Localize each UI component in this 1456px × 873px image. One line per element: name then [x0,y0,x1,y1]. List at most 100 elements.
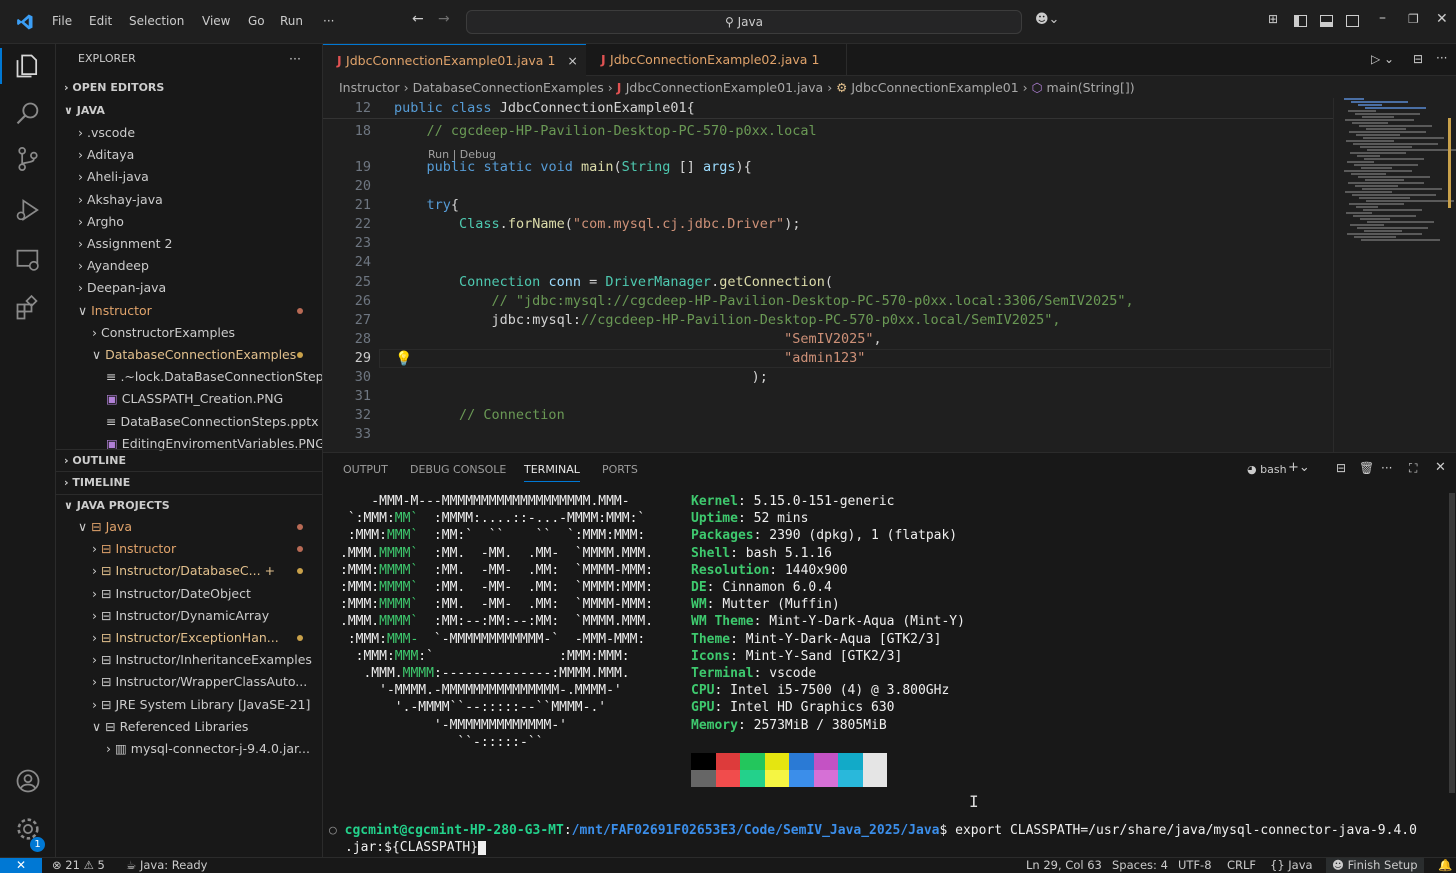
tree-item[interactable]: › ▥ mysql-connector-j-9.4.0.jar... [56,738,322,760]
tree-item[interactable]: › ⊟ Instructor/DynamicArray [56,605,322,627]
java-status[interactable]: ☕ Java: Ready [126,858,208,873]
run-debug-icon[interactable] [14,196,42,224]
layout-customize-icon[interactable]: ⊞ [1268,12,1278,26]
tree-item[interactable]: ≡ DataBaseConnectionSteps.pptx [56,411,322,433]
tab-ports[interactable]: PORTS [602,463,638,476]
accounts-icon[interactable] [14,767,42,795]
split-terminal-icon[interactable]: ⊟ [1336,461,1346,475]
tree-item[interactable]: ≡ .~lock.DataBaseConnectionSteps.... [56,366,322,388]
lightbulb-icon[interactable]: 💡 [395,351,412,367]
outline-section[interactable]: › OUTLINE [56,449,322,471]
menu-selection[interactable]: Selection [129,14,184,28]
tree-item[interactable]: › Aheli-java [56,166,322,188]
tab-output[interactable]: OUTPUT [343,463,388,476]
finish-setup-button[interactable]: ☻ Finish Setup [1326,858,1424,873]
source-control-icon[interactable] [14,145,42,173]
menu-go[interactable]: Go [248,14,265,28]
tab-close-icon[interactable]: × [567,53,577,68]
tree-item[interactable]: › Aditaya [56,144,322,166]
back-arrow-icon[interactable]: ← [412,11,424,27]
split-editor-icon[interactable]: ⊟ [1413,52,1423,66]
tree-item[interactable]: › Deepan-java [56,277,322,299]
menu-run[interactable]: Run [280,14,303,28]
breadcrumb-item[interactable]: JdbcConnectionExample01.java [626,80,823,95]
add-icon[interactable]: + [261,563,275,578]
code-line[interactable]: public static void main(String [] args){ [394,159,752,175]
code-line[interactable]: // "jdbc:mysql://cgcdeep-HP-Pavilion-Des… [394,293,1134,309]
code-line[interactable]: "SemIV2025", [394,331,882,347]
cursor-position[interactable]: Ln 29, Col 63 [1026,858,1102,873]
timeline-section[interactable]: › TIMELINE [56,471,322,493]
menu-more[interactable]: ··· [323,14,334,28]
forward-arrow-icon[interactable]: → [438,11,450,27]
tree-item[interactable]: ∨ ⊟ Referenced Libraries [56,716,322,738]
tree-item[interactable]: › ⊟ Instructor/ExceptionHan... [56,627,322,649]
editor-more-icon[interactable]: ··· [1436,51,1447,65]
search-icon[interactable] [14,100,42,128]
indentation[interactable]: Spaces: 4 [1112,858,1168,873]
explorer-files-icon[interactable] [14,52,42,80]
codelens-run-debug[interactable]: Run | Debug [428,148,496,161]
run-play-icon[interactable]: ▷ ⌄ [1371,52,1394,66]
trash-icon[interactable]: 🗑 [1359,461,1374,475]
code-line[interactable]: try{ [394,197,460,213]
breadcrumb-item[interactable]: Instructor [339,80,400,95]
tab-terminal[interactable]: TERMINAL [524,463,580,482]
minimap[interactable] [1338,98,1456,243]
terminal-shell-selector[interactable]: ◕ bash [1247,463,1287,476]
language-mode[interactable]: {} Java [1270,858,1313,873]
line-ending[interactable]: CRLF [1227,858,1256,873]
command-center-search[interactable]: ⚲ Java [466,10,1022,34]
menu-view[interactable]: View [202,14,230,28]
problems-status[interactable]: ⊗ 21 ⚠ 5 [52,858,105,873]
breadcrumb-item[interactable]: JdbcConnectionExample01 [851,80,1018,95]
notifications-bell-icon[interactable]: 🔔 [1438,858,1452,873]
toggle-panel-icon[interactable] [1320,15,1333,27]
remote-explorer-icon[interactable] [14,246,42,274]
tree-item[interactable]: › ⊟ Instructor/DateObject [56,583,322,605]
new-terminal-icon[interactable]: +⌄ [1288,460,1310,475]
code-line[interactable]: // Connection [394,407,565,423]
tree-item[interactable]: › Ayandeep [56,255,322,277]
menu-file[interactable]: File [52,14,72,28]
code-line[interactable]: Class.forName("com.mysql.cj.jdbc.Driver"… [394,216,800,232]
breadcrumb-item[interactable]: DatabaseConnectionExamples [413,80,604,95]
tree-item[interactable]: › Assignment 2 [56,233,322,255]
maximize-icon[interactable]: ❐ [1408,12,1419,26]
tree-item[interactable]: ∨ Instructor [56,300,322,322]
code-line[interactable]: // cgcdeep-HP-Pavilion-Desktop-PC-570-p0… [394,123,817,139]
tree-item[interactable]: › ⊟ Instructor/DatabaseC... + [56,560,322,582]
code-line[interactable]: public class JdbcConnectionExample01{ [394,100,695,116]
code-line[interactable]: ); [394,369,768,385]
code-line[interactable]: Connection conn = DriverManager.getConne… [394,274,833,290]
explorer-more-icon[interactable]: ··· [289,48,309,70]
encoding[interactable]: UTF-8 [1178,858,1212,873]
tree-item[interactable]: › ConstructorExamples [56,322,322,344]
tree-item[interactable]: ∨ ⊟ Java [56,516,322,538]
copilot-icon[interactable]: ☻⌄ [1035,12,1059,27]
breadcrumb-item[interactable]: main(String[]) [1047,80,1135,95]
terminal-scrollbar[interactable] [1449,493,1455,793]
open-editors-section[interactable]: › OPEN EDITORS [56,77,322,99]
remote-indicator-icon[interactable]: ✕ [0,858,42,873]
tree-item[interactable]: › ⊟ Instructor/WrapperClassAuto... [56,671,322,693]
terminal[interactable]: -MMM-M---MMMMMMMMMMMMMMMMMMM.MMM- `:MMM:… [323,493,1448,858]
panel-more-icon[interactable]: ··· [1381,461,1392,475]
tree-item[interactable]: › .vscode [56,122,322,144]
minimize-icon[interactable]: – [1379,10,1386,26]
code-editor[interactable]: 12 public class JdbcConnectionExample01{1… [323,98,1456,452]
menu-edit[interactable]: Edit [89,14,112,28]
toggle-secondary-sidebar-icon[interactable] [1346,15,1359,27]
tree-item[interactable]: › Argho [56,211,322,233]
extensions-icon[interactable] [14,294,42,322]
tree-item[interactable]: › ⊟ Instructor [56,538,322,560]
tree-item[interactable]: › ⊟ JRE System Library [JavaSE-21] [56,694,322,716]
tab-jdbc-example-01[interactable]: J JdbcConnectionExample01.java 1 × [323,44,586,76]
close-panel-icon[interactable]: ✕ [1435,460,1446,475]
code-line[interactable]: jdbc:mysql://cgcdeep-HP-Pavilion-Desktop… [394,312,1061,328]
tab-jdbc-example-02[interactable]: J JdbcConnectionExample02.java 1 [587,44,847,76]
toggle-primary-sidebar-icon[interactable] [1294,15,1307,27]
java-projects-section[interactable]: ∨ JAVA PROJECTS [56,494,322,516]
tree-item[interactable]: ▣ CLASSPATH_Creation.PNG [56,388,322,410]
tab-debug-console[interactable]: DEBUG CONSOLE [410,463,506,476]
